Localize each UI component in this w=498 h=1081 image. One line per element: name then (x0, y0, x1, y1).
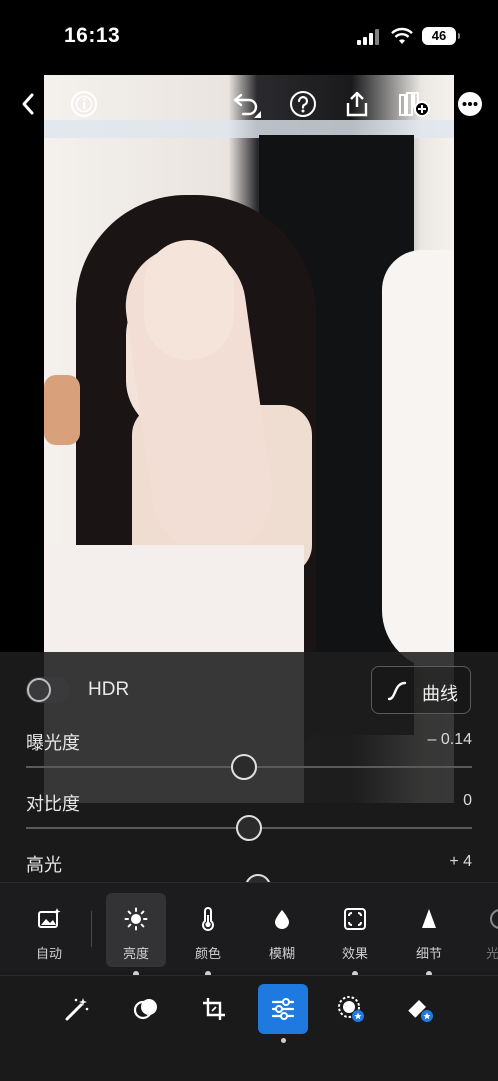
tool-auto-label: 自动 (35, 947, 62, 962)
contrast-label: 对比度 (26, 794, 80, 815)
bottom-nav (0, 975, 498, 1081)
exposure-slider-thumb[interactable] (231, 754, 257, 780)
triangle-icon (422, 909, 436, 928)
hdr-row: HDR 曲线 (0, 652, 498, 730)
status-bar: 16:13 46 (0, 0, 498, 70)
curve-label: 曲线 (422, 684, 458, 705)
contrast-slider-thumb[interactable] (236, 815, 262, 841)
share-icon (346, 91, 368, 117)
hdr-toggle[interactable] (26, 677, 70, 703)
toggle-knob (27, 678, 51, 702)
exposure-label: 曝光度 (26, 733, 80, 754)
sun-icon (124, 907, 148, 931)
info-button[interactable] (64, 82, 104, 126)
tool-optics[interactable]: 光 (470, 893, 498, 967)
highlights-value: + 4 (449, 853, 472, 870)
healing-eraser-icon (408, 1000, 433, 1022)
magic-wand-icon (65, 998, 89, 1021)
tool-auto[interactable]: 自动 (19, 893, 79, 967)
auto-enhance-button[interactable] (52, 984, 102, 1034)
top-toolbar (0, 82, 498, 126)
edit-button[interactable] (258, 984, 308, 1034)
share-button[interactable] (337, 82, 377, 126)
masking-icon (338, 996, 364, 1022)
tool-optics-label: 光 (486, 947, 498, 962)
tool-blur-label: 模糊 (268, 947, 295, 962)
tool-effects-label: 效果 (341, 947, 368, 962)
crop-button[interactable] (189, 984, 239, 1034)
active-tab-indicator (281, 1038, 286, 1043)
edit-sliders-icon (271, 998, 295, 1020)
more-icon (458, 92, 482, 116)
photo-figure (44, 375, 80, 445)
masking-button[interactable] (326, 984, 376, 1034)
tool-color[interactable]: 颜色 (178, 893, 238, 977)
contrast-value: 0 (463, 792, 472, 809)
tool-color-label: 颜色 (194, 947, 221, 962)
versions-add-icon (399, 92, 430, 117)
adjust-tools-row: 自动 亮度 颜色 模糊 效果 细节 光 (0, 882, 498, 977)
back-button[interactable] (8, 82, 48, 126)
tool-effects[interactable]: 效果 (325, 893, 385, 977)
hdr-label: HDR (88, 679, 130, 700)
tool-detail[interactable]: 细节 (399, 893, 459, 977)
tools-divider (91, 911, 92, 947)
help-button[interactable] (283, 82, 323, 126)
thermometer-icon (202, 907, 214, 931)
add-version-button[interactable] (394, 82, 434, 126)
curve-button[interactable]: 曲线 (371, 666, 471, 714)
chevron-left-icon (22, 93, 34, 115)
help-icon (290, 91, 316, 117)
exposure-value: – 0.14 (427, 731, 472, 748)
wifi-icon (391, 27, 413, 44)
healing-button[interactable] (395, 984, 445, 1034)
photo-figure (382, 250, 454, 670)
tool-blur[interactable]: 模糊 (252, 893, 312, 967)
presets-icon (133, 999, 157, 1020)
effects-frame-icon (344, 908, 366, 930)
crop-icon (203, 998, 225, 1020)
drop-icon (275, 910, 289, 929)
cellular-signal-icon (357, 29, 381, 45)
photo-figure (144, 240, 234, 360)
highlights-label: 高光 (26, 855, 62, 876)
tool-detail-label: 细节 (415, 947, 442, 962)
lens-icon (490, 909, 498, 929)
curve-icon (387, 681, 407, 701)
auto-photo-icon (38, 908, 61, 928)
presets-button[interactable] (121, 984, 171, 1034)
tool-light-label: 亮度 (122, 947, 149, 962)
undo-button[interactable] (228, 82, 268, 126)
battery-indicator: 46 (422, 27, 460, 45)
tool-light[interactable]: 亮度 (106, 893, 166, 977)
undo-icon (233, 93, 261, 118)
info-icon (71, 91, 97, 117)
more-button[interactable] (450, 82, 490, 126)
status-time: 16:13 (64, 24, 121, 47)
